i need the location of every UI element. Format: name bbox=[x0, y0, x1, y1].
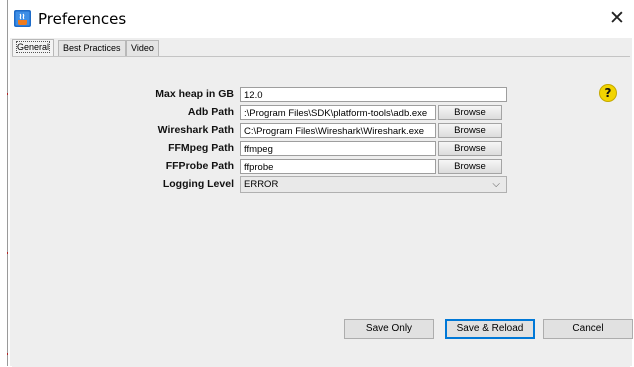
tab-general[interactable]: General bbox=[12, 39, 55, 57]
max-heap-field[interactable]: 12.0 bbox=[240, 87, 507, 102]
general-panel: ? Max heap in GB 12.0 Adb Path :\Program… bbox=[12, 56, 630, 367]
adb-path-label: Adb Path bbox=[187, 106, 234, 118]
wireshark-path-label: Wireshark Path bbox=[157, 124, 234, 136]
max-heap-label: Max heap in GB bbox=[155, 88, 234, 100]
logging-level-value: ERROR bbox=[244, 179, 279, 190]
logging-level-label: Logging Level bbox=[162, 178, 234, 190]
adb-path-field[interactable]: :\Program Files\SDK\platform-tools\adb.e… bbox=[240, 105, 436, 120]
wireshark-path-field[interactable]: C:\Program Files\Wireshark\Wireshark.exe bbox=[240, 123, 436, 138]
tab-best-practices[interactable]: Best Practices bbox=[58, 40, 126, 56]
tab-best-practices-label: Best Practices bbox=[63, 43, 121, 53]
preferences-dialog: Preferences ✕ General Best Practices Vid… bbox=[8, 0, 634, 367]
cancel-button[interactable]: Cancel bbox=[543, 319, 633, 339]
tab-video-label: Video bbox=[131, 43, 154, 53]
ffmpeg-path-label: FFMpeg Path bbox=[168, 142, 234, 154]
tab-strip: General Best Practices Video bbox=[10, 38, 632, 57]
tab-general-label: General bbox=[15, 41, 51, 53]
tab-video[interactable]: Video bbox=[126, 40, 159, 56]
close-icon[interactable]: ✕ bbox=[606, 7, 628, 29]
save-reload-button[interactable]: Save & Reload bbox=[445, 319, 535, 339]
logging-level-select[interactable]: ERROR ⌵ bbox=[240, 176, 507, 193]
dialog-content: General Best Practices Video ? Max heap … bbox=[10, 38, 633, 367]
wireshark-browse-button[interactable]: Browse bbox=[438, 123, 502, 138]
adb-browse-button[interactable]: Browse bbox=[438, 105, 502, 120]
title-bar: Preferences ✕ bbox=[8, 0, 634, 37]
java-app-icon bbox=[14, 10, 31, 27]
ffmpeg-browse-button[interactable]: Browse bbox=[438, 141, 502, 156]
ffprobe-path-field[interactable]: ffprobe bbox=[240, 159, 436, 174]
ffprobe-browse-button[interactable]: Browse bbox=[438, 159, 502, 174]
ffmpeg-path-field[interactable]: ffmpeg bbox=[240, 141, 436, 156]
dialog-title: Preferences bbox=[38, 10, 127, 28]
chevron-down-icon: ⌵ bbox=[492, 179, 500, 190]
save-only-button[interactable]: Save Only bbox=[344, 319, 434, 339]
ffprobe-path-label: FFProbe Path bbox=[165, 160, 234, 172]
help-icon[interactable]: ? bbox=[599, 84, 617, 102]
